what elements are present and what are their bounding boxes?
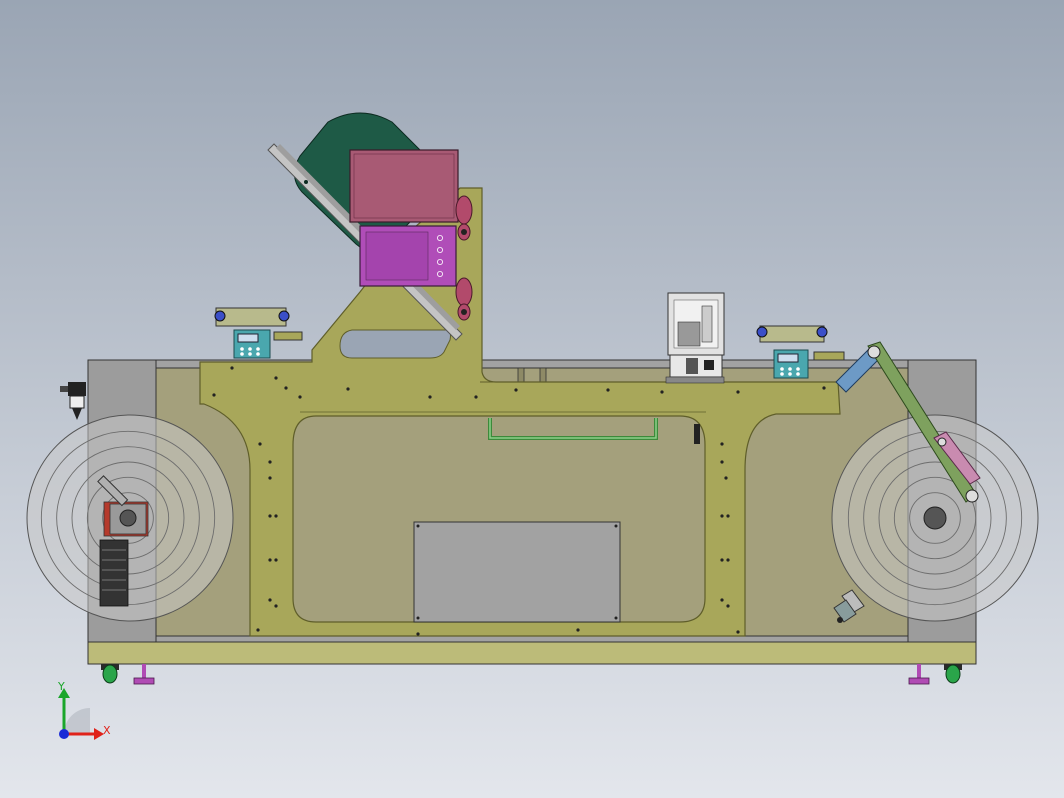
bolt-hole	[428, 395, 432, 399]
left-hub	[119, 509, 137, 527]
bolt-hole	[606, 388, 610, 392]
bolt-hole	[268, 598, 272, 602]
bolt-hole	[726, 558, 730, 562]
bolt-hole	[720, 598, 724, 602]
bolt-hole	[268, 476, 272, 480]
bolt-hole	[274, 558, 278, 562]
bolt-hole	[720, 460, 724, 464]
bolt-hole	[258, 442, 262, 446]
bolt-hole	[268, 460, 272, 464]
right-hub	[923, 506, 947, 530]
bolt-hole	[726, 514, 730, 518]
bolt-hole	[720, 558, 724, 562]
bolt-hole	[298, 395, 302, 399]
bolt-hole	[736, 630, 740, 634]
bolt-hole	[724, 476, 728, 480]
bolt-hole	[346, 387, 350, 391]
bolt-hole	[274, 604, 278, 608]
bolt-hole	[416, 632, 420, 636]
bolt-hole	[268, 514, 272, 518]
bolt-hole	[514, 388, 518, 392]
bolt-hole	[474, 395, 478, 399]
magenta-panel	[349, 149, 459, 223]
x-axis-label: X	[103, 724, 111, 737]
bolt-hole	[274, 514, 278, 518]
frame-upper-cutout	[339, 329, 451, 359]
bolt-hole	[576, 628, 580, 632]
bolt-hole	[268, 558, 272, 562]
bolt-hole	[274, 376, 278, 380]
base-rail	[87, 641, 977, 665]
bolt-hole	[736, 390, 740, 394]
bolt-hole	[230, 366, 234, 370]
bolt-hole	[212, 393, 216, 397]
bolt-hole	[660, 390, 664, 394]
bolt-hole	[720, 514, 724, 518]
center-actuator-unit	[665, 292, 725, 384]
y-axis-label: Y	[57, 680, 65, 693]
bolt-hole	[256, 628, 260, 632]
bolt-hole	[720, 442, 724, 446]
machine-drawing: Y X	[0, 0, 1064, 798]
bolt-hole	[726, 604, 730, 608]
bolt-hole	[822, 386, 826, 390]
access-panel	[413, 521, 621, 623]
unwind-reel-left	[26, 414, 234, 622]
window-sensor	[694, 424, 700, 444]
bolt-hole	[284, 386, 288, 390]
cad-viewport[interactable]: Y X	[0, 0, 1064, 798]
